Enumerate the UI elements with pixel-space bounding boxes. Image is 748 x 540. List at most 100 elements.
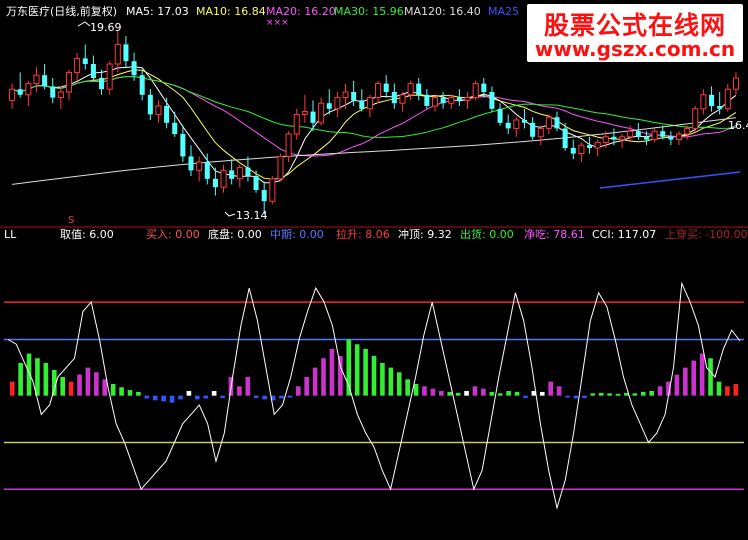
candle-body-up <box>366 97 373 110</box>
candle-body-up <box>236 167 243 180</box>
indicator-value: 上穿买: -100.00 <box>665 227 748 241</box>
candle-body-down <box>253 176 259 190</box>
candle-body-up <box>732 77 739 90</box>
candle-body-up <box>106 63 113 90</box>
candle <box>269 176 276 204</box>
indicator-value: CCI: 117.07 <box>592 228 656 241</box>
candle-body-down <box>359 100 365 109</box>
candle-body-up <box>602 136 609 143</box>
candle-body-down <box>424 94 430 106</box>
candle <box>472 80 479 101</box>
candle-body-up <box>692 108 699 129</box>
candle-body-down <box>456 97 462 101</box>
candle-body-up <box>464 97 471 101</box>
candle-body-down <box>611 136 617 140</box>
candle-body-up <box>293 113 300 135</box>
candle-body-up <box>25 83 32 96</box>
candle-body-up <box>285 133 292 157</box>
candle-body-up <box>334 97 341 110</box>
candle-body-up <box>114 43 121 65</box>
candle-body-up <box>545 116 552 129</box>
ma30-label: MA30: 15.96 <box>334 5 404 18</box>
candle-body-up <box>627 130 634 138</box>
candle-body-down <box>50 86 56 98</box>
candle-body-up <box>700 94 707 110</box>
candle-body-down <box>261 190 267 202</box>
indicator-value: 出货: 0.00 <box>460 227 514 241</box>
low-price-label: 13.14 <box>236 209 268 222</box>
indicator-value: 中期: 0.00 <box>270 228 324 241</box>
candle-body-up <box>675 133 683 141</box>
candle-body-down <box>497 108 503 123</box>
ma250-label: MA25 <box>488 5 519 18</box>
candle-body-down <box>635 131 641 137</box>
ma5-label: MA5: 17.03 <box>126 5 189 18</box>
candle-body-down <box>172 122 178 134</box>
candle-body-up <box>537 127 544 138</box>
chart-title: 万东医疗(日线,前复权) <box>6 4 117 18</box>
candle-body-down <box>709 94 715 106</box>
candle-body-down <box>440 97 446 104</box>
ma10-label: MA10: 16.84 <box>196 5 266 18</box>
ma20-markers: ××× <box>266 18 289 28</box>
candle-body-down <box>481 83 487 92</box>
indicator-value: 买入: 0.00 <box>146 228 200 241</box>
stock-chart: 万东医疗(日线,前复权) MA5: 17.03 MA10: 16.84 MA20… <box>0 0 748 540</box>
candle-body-up <box>472 83 479 99</box>
indicator-value: 底盘: 0.00 <box>208 227 262 241</box>
candle-body-up <box>342 91 349 99</box>
candle-body-up <box>375 83 382 99</box>
candle-body-down <box>668 136 674 140</box>
candle-body-up <box>513 119 520 129</box>
candle-body-down <box>717 106 723 109</box>
candle-body-down <box>131 61 137 76</box>
candle-body-up <box>684 127 691 135</box>
indicator-name: LL <box>4 228 17 241</box>
candle-body-up <box>399 94 406 104</box>
indicator-value: 拉升: 8.06 <box>336 227 390 241</box>
candle-body-up <box>594 141 601 149</box>
sell-signal-marker: S <box>68 215 74 226</box>
candle-body-down <box>139 75 145 95</box>
watermark: 股票公式在线网 www.gszx.com.cn <box>527 4 743 62</box>
candle-body-down <box>42 75 48 87</box>
candle-body-down <box>82 58 88 64</box>
candle-body-down <box>554 117 560 129</box>
candle-body-up <box>318 102 325 124</box>
candle-body-down <box>147 94 153 115</box>
candle-body-down <box>229 170 235 179</box>
candle-body-down <box>123 44 129 62</box>
candle-body-up <box>277 155 284 180</box>
candle-body-up <box>724 88 731 110</box>
candle <box>692 106 699 132</box>
candle-body-down <box>245 167 251 176</box>
ma20-label: MA20: 16.20 <box>266 5 336 18</box>
candle-body-up <box>651 130 658 141</box>
candle-body-down <box>416 83 422 95</box>
indicator-value: 净吃: 78.61 <box>524 227 585 241</box>
candle-body-up <box>448 97 455 104</box>
candle-body-down <box>643 136 649 140</box>
candle-body-down <box>90 64 96 78</box>
candle-body-up <box>407 83 414 96</box>
candle-body-up <box>155 105 162 115</box>
candle-body-down <box>212 178 218 188</box>
candle-body-down <box>204 162 210 179</box>
candle-body-down <box>505 122 511 129</box>
candle-body-down <box>164 106 170 123</box>
candle-body-down <box>326 103 332 109</box>
high-price-label: 19.69 <box>90 21 122 34</box>
candle-body-down <box>587 145 593 148</box>
candle-body-down <box>310 111 316 123</box>
candle-body-down <box>391 92 397 104</box>
candle-body-down <box>17 89 23 95</box>
candle-body-up <box>578 144 585 155</box>
candle-body-up <box>65 71 73 93</box>
watermark-url: www.gszx.com.cn <box>534 37 736 61</box>
candle-body-up <box>196 161 203 171</box>
candle-body-down <box>570 148 576 154</box>
candle-body-up <box>619 136 626 141</box>
candle-body-down <box>351 92 357 101</box>
candle-body-down <box>489 92 495 109</box>
candle-body-up <box>220 169 227 188</box>
